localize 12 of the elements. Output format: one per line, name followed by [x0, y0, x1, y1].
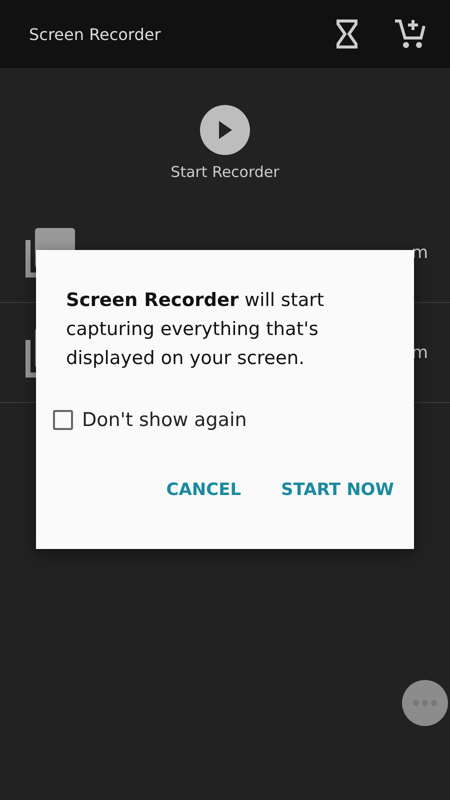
- cart-add-icon[interactable]: [394, 18, 426, 50]
- dialog-message: Screen Recorder will start capturing everything that's displayed on your screen.: [66, 289, 326, 371]
- app-title: Screen Recorder: [29, 24, 162, 44]
- hourglass-icon[interactable]: [336, 19, 358, 49]
- dialog-button[interactable]: START NOW: [281, 476, 394, 504]
- checkbox[interactable]: [53, 410, 73, 430]
- play-button[interactable]: [200, 105, 250, 155]
- checkbox-label: Don't show again: [82, 409, 247, 431]
- dialog-button[interactable]: CANCEL: [166, 476, 242, 504]
- play-icon: [217, 120, 233, 140]
- start-label: Start Recorder: [170, 163, 280, 181]
- more-button[interactable]: [402, 680, 448, 726]
